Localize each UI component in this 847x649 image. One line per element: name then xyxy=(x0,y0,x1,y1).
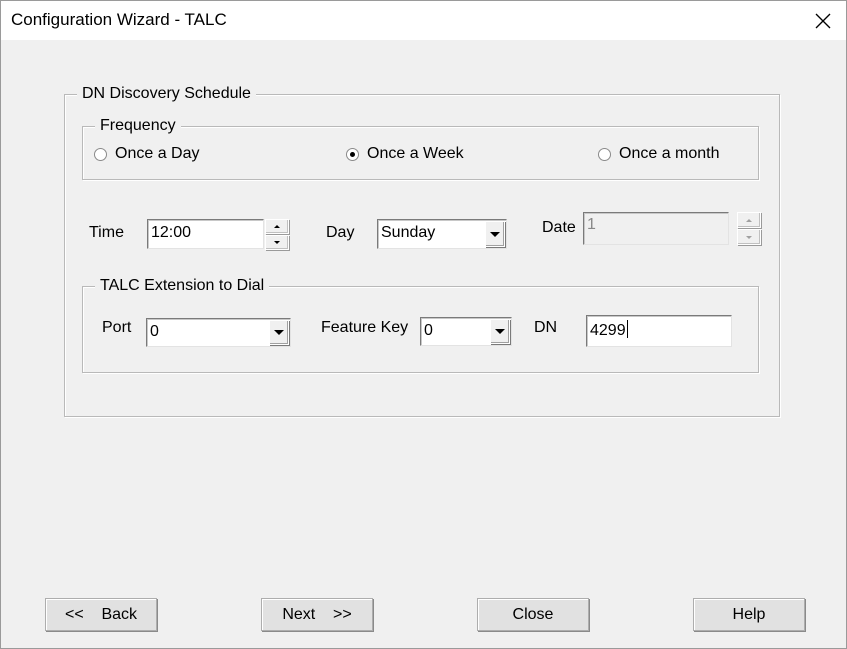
chevron-down-icon xyxy=(274,330,284,335)
radio-once-a-month-label: Once a month xyxy=(619,145,720,162)
radio-once-a-month[interactable]: Once a month xyxy=(598,145,720,163)
port-selected-value: 0 xyxy=(150,323,159,340)
feature-key-combobox[interactable]: 0 xyxy=(420,317,512,346)
day-dropdown-button[interactable] xyxy=(485,221,505,247)
chevron-down-icon xyxy=(495,329,505,334)
feature-key-label: Feature Key xyxy=(321,319,409,336)
port-dropdown-button[interactable] xyxy=(269,320,289,345)
day-label: Day xyxy=(326,224,355,241)
spin-up-arrow-icon xyxy=(746,218,752,222)
feature-key-dropdown-button[interactable] xyxy=(490,319,510,344)
close-window-button[interactable] xyxy=(800,1,846,40)
close-x-icon xyxy=(815,13,831,28)
frequency-label: Frequency xyxy=(95,116,181,136)
frequency-group: Frequency Once a Day Once a Week Once a … xyxy=(82,116,759,180)
dn-input-value: 4299 xyxy=(590,322,626,339)
text-caret xyxy=(626,320,628,338)
date-spinner xyxy=(737,212,761,245)
radio-once-a-week[interactable]: Once a Week xyxy=(346,145,464,163)
next-button[interactable]: Next >> xyxy=(261,598,373,631)
port-label: Port xyxy=(102,319,132,336)
port-combobox[interactable]: 0 xyxy=(146,318,291,347)
date-spin-up-button xyxy=(737,212,761,228)
help-button[interactable]: Help xyxy=(693,598,805,631)
day-combobox[interactable]: Sunday xyxy=(377,219,507,249)
spin-up-arrow-icon xyxy=(274,225,280,228)
radio-once-a-day-circle xyxy=(94,147,107,161)
dn-input[interactable]: 4299 xyxy=(586,315,732,347)
window-title: Configuration Wizard - TALC xyxy=(11,10,227,29)
time-spin-down-button[interactable] xyxy=(265,235,289,250)
radio-once-a-day[interactable]: Once a Day xyxy=(94,145,199,163)
wizard-window: Configuration Wizard - TALC DN Discovery… xyxy=(0,0,847,649)
radio-once-a-month-circle xyxy=(598,147,611,161)
feature-key-selected-value: 0 xyxy=(424,322,433,339)
date-label: Date xyxy=(542,219,576,236)
title-bar: Configuration Wizard - TALC xyxy=(1,1,846,40)
close-button[interactable]: Close xyxy=(477,598,589,631)
radio-once-a-week-circle xyxy=(346,147,359,161)
radio-once-a-day-label: Once a Day xyxy=(115,145,200,162)
chevron-down-icon xyxy=(490,231,500,237)
date-field: 1 xyxy=(583,212,729,245)
dn-discovery-schedule-group: DN Discovery Schedule Frequency Once a D… xyxy=(64,84,780,417)
date-spin-down-button xyxy=(737,229,761,245)
dn-label: DN xyxy=(534,319,558,336)
radio-once-a-week-label: Once a Week xyxy=(367,145,464,162)
day-selected-value: Sunday xyxy=(381,224,436,241)
talc-extension-group: TALC Extension to Dial Port 0 Feature Ke… xyxy=(82,276,759,373)
back-button[interactable]: << Back xyxy=(45,598,157,631)
dn-discovery-schedule-label: DN Discovery Schedule xyxy=(77,84,256,104)
time-field[interactable]: 12:00 xyxy=(147,219,264,249)
talc-extension-label: TALC Extension to Dial xyxy=(95,276,270,296)
time-spinner[interactable] xyxy=(265,219,289,250)
time-label: Time xyxy=(89,224,124,241)
time-spin-up-button[interactable] xyxy=(265,219,289,234)
spin-down-arrow-icon xyxy=(274,241,280,244)
spin-down-arrow-icon xyxy=(746,235,752,239)
